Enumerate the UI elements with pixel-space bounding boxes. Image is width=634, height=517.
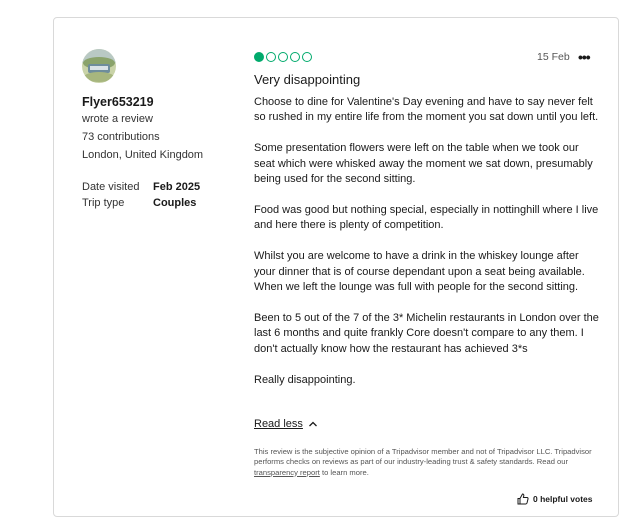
review-paragraph: Really disappointing. (254, 373, 356, 386)
helpful-votes-button[interactable]: 0 helpful votes (517, 493, 593, 505)
chevron-up-icon[interactable] (308, 419, 318, 429)
review-paragraph: Been to 5 out of the 7 of the 3* Micheli… (254, 312, 599, 355)
trip-type-label: Trip type (82, 197, 125, 209)
review-date: 15 Feb (537, 51, 570, 63)
rating-bubble-empty (266, 52, 276, 62)
read-less-link[interactable]: Read less (254, 418, 303, 430)
reviewer-action: wrote a review (82, 113, 153, 125)
disclaimer-text-end: to learn more. (319, 467, 369, 477)
rating-bubble-empty (290, 52, 300, 62)
helpful-votes-count: 0 helpful votes (533, 494, 593, 504)
rating-bubbles (254, 52, 312, 62)
review-paragraph: Choose to dine for Valentine's Day eveni… (254, 96, 599, 124)
trip-type-value: Couples (153, 197, 197, 209)
reviewer-name[interactable]: Flyer653219 (82, 95, 154, 109)
date-visited-label: Date visited (82, 181, 140, 193)
disclaimer-text: This review is the subjective opinion of… (254, 447, 592, 467)
review-title: Very disappointing (254, 72, 361, 87)
rating-bubble-empty (302, 52, 312, 62)
reviewer-contributions: 73 contributions (82, 131, 160, 143)
rating-bubble-filled (254, 52, 264, 62)
review-body: Choose to dine for Valentine's Day eveni… (254, 95, 599, 404)
more-options-icon[interactable]: ••• (578, 49, 591, 65)
avatar-image (82, 49, 116, 83)
review-disclaimer: This review is the subjective opinion of… (254, 447, 599, 478)
review-paragraph: Food was good but nothing special, espec… (254, 204, 599, 232)
avatar[interactable] (82, 49, 116, 83)
thumbs-up-icon (517, 493, 529, 505)
rating-bubble-empty (278, 52, 288, 62)
date-visited-value: Feb 2025 (153, 181, 201, 193)
review-paragraph: Whilst you are welcome to have a drink i… (254, 250, 585, 294)
review-paragraph: Some presentation flowers were left on t… (254, 142, 593, 186)
transparency-report-link[interactable]: transparency report (254, 468, 320, 477)
reviewer-location: London, United Kingdom (82, 149, 204, 161)
